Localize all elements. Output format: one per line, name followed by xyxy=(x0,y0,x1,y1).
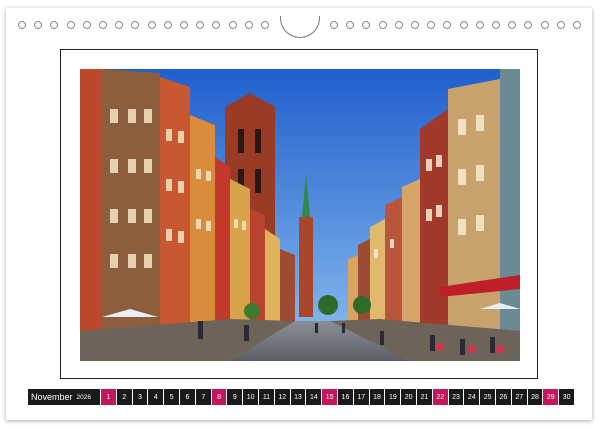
day-cell: 23 xyxy=(448,389,464,405)
binding-hole xyxy=(66,21,75,29)
binding-hole xyxy=(50,21,59,29)
binding-hole xyxy=(180,21,188,29)
day-cell: 11 xyxy=(259,389,274,405)
day-cell: 5 xyxy=(164,389,180,405)
hanger-hook xyxy=(280,16,320,38)
street-illustration xyxy=(80,69,520,361)
day-cell: 16 xyxy=(338,389,353,405)
day-cell: 3 xyxy=(132,389,148,405)
binding-hole xyxy=(427,21,436,29)
day-cell: 22 xyxy=(432,389,448,405)
day-cell: 27 xyxy=(511,389,527,405)
binding-hole xyxy=(556,21,565,29)
day-cell: 13 xyxy=(290,389,306,405)
day-cell: 30 xyxy=(559,389,574,405)
binding-hole xyxy=(131,21,140,29)
day-cell: 12 xyxy=(274,389,290,405)
day-cell: 9 xyxy=(227,389,243,405)
binding-hole xyxy=(443,21,452,29)
binding-hole xyxy=(411,21,419,29)
day-cell: 26 xyxy=(496,389,511,405)
day-cell: 17 xyxy=(353,389,369,405)
binding-hole xyxy=(82,21,91,29)
day-cell: 29 xyxy=(543,389,559,405)
day-cell: 4 xyxy=(148,389,164,405)
day-cell: 8 xyxy=(211,389,227,405)
binding-hole xyxy=(228,21,237,29)
day-cell: 28 xyxy=(527,389,543,405)
binding-hole xyxy=(346,21,355,29)
month-name: November xyxy=(31,392,73,402)
binding-hole xyxy=(34,21,43,29)
binding-hole xyxy=(18,21,26,29)
day-cell: 15 xyxy=(322,389,338,405)
day-cell: 25 xyxy=(480,389,496,405)
binding-hole xyxy=(99,21,107,29)
binding-hole xyxy=(196,21,205,29)
binding-hole xyxy=(508,21,517,29)
spiral-binding xyxy=(0,12,600,38)
binding-hole xyxy=(261,21,269,29)
day-cells: 1 2 3 4 5 6 7 8 9 10 11 12 13 14 15 16 17 18 19 20 21 22 23 24 2… xyxy=(101,389,574,405)
binding-hole xyxy=(362,21,371,29)
binding-hole xyxy=(524,21,533,29)
binding-hole xyxy=(147,21,156,29)
binding-hole xyxy=(378,21,387,29)
photo-frame xyxy=(60,49,538,379)
calendar-strip: November 2026 1 2 3 4 5 6 7 8 9 10 11 12 13 14 15 16 17 1… xyxy=(28,389,574,405)
binding-hole xyxy=(330,21,338,29)
day-cell: 24 xyxy=(464,389,480,405)
binding-hole xyxy=(212,21,221,29)
day-cell: 14 xyxy=(306,389,322,405)
binding-hole xyxy=(475,21,484,29)
day-cell: 19 xyxy=(385,389,401,405)
day-cell: 21 xyxy=(417,389,432,405)
day-cell: 18 xyxy=(369,389,385,405)
binding-hole xyxy=(394,21,403,29)
day-cell: 7 xyxy=(195,389,211,405)
day-cell: 2 xyxy=(116,389,132,405)
binding-hole xyxy=(163,21,172,29)
day-cell: 20 xyxy=(401,389,417,405)
binding-hole xyxy=(573,21,581,29)
year-label: 2026 xyxy=(76,393,91,401)
day-cell: 6 xyxy=(180,389,195,405)
day-cell: 1 xyxy=(101,389,116,405)
day-cell: 10 xyxy=(243,389,259,405)
binding-hole xyxy=(492,21,500,29)
city-photo xyxy=(80,69,520,361)
binding-hole xyxy=(459,21,468,29)
binding-hole xyxy=(540,21,549,29)
binding-hole xyxy=(244,21,253,29)
month-label: November 2026 xyxy=(28,389,101,405)
binding-hole xyxy=(115,21,124,29)
